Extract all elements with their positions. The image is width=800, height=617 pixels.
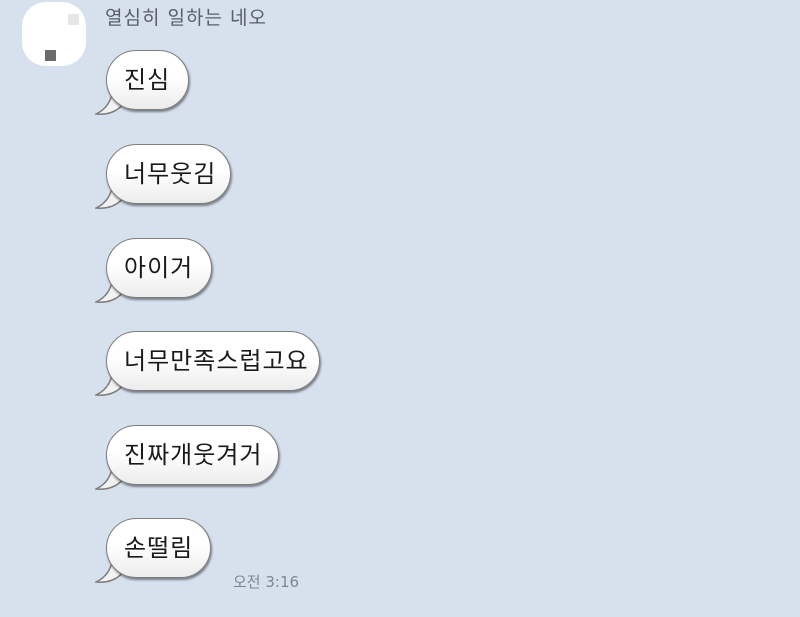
message-text: 손떨림 <box>124 534 194 562</box>
message-bubble[interactable]: 너무웃김 <box>106 144 231 204</box>
message-bubble[interactable]: 진짜개웃겨거 <box>106 425 279 485</box>
avatar-pixel-mark <box>45 50 56 61</box>
message-row: 너무웃김 <box>95 140 235 212</box>
message-row: 손떨림 <box>95 514 215 586</box>
message-text: 아이거 <box>124 254 194 282</box>
message-row: 너무만족스럽고요 <box>95 327 325 399</box>
message-row: 진심 <box>95 46 195 118</box>
message-bubble[interactable]: 너무만족스럽고요 <box>106 331 320 391</box>
message-row: 아이거 <box>95 234 215 306</box>
avatar-pixel-mark <box>68 14 79 25</box>
chat-area: 열심히 일하는 네오 진심 너무웃김 아이거 너무만족스럽고요 진짜개웃겨거 손… <box>0 0 800 617</box>
message-bubble[interactable]: 진심 <box>106 50 189 110</box>
message-bubble[interactable]: 손떨림 <box>106 518 211 578</box>
sender-name[interactable]: 열심히 일하는 네오 <box>105 3 267 30</box>
message-bubble[interactable]: 아이거 <box>106 238 212 298</box>
message-text: 진짜개웃겨거 <box>124 441 263 469</box>
message-text: 너무웃김 <box>124 160 217 188</box>
message-text: 너무만족스럽고요 <box>124 347 309 375</box>
message-row: 진짜개웃겨거 <box>95 421 285 493</box>
avatar[interactable] <box>22 2 86 66</box>
message-text: 진심 <box>124 66 171 94</box>
message-timestamp: 오전 3:16 <box>233 573 300 591</box>
